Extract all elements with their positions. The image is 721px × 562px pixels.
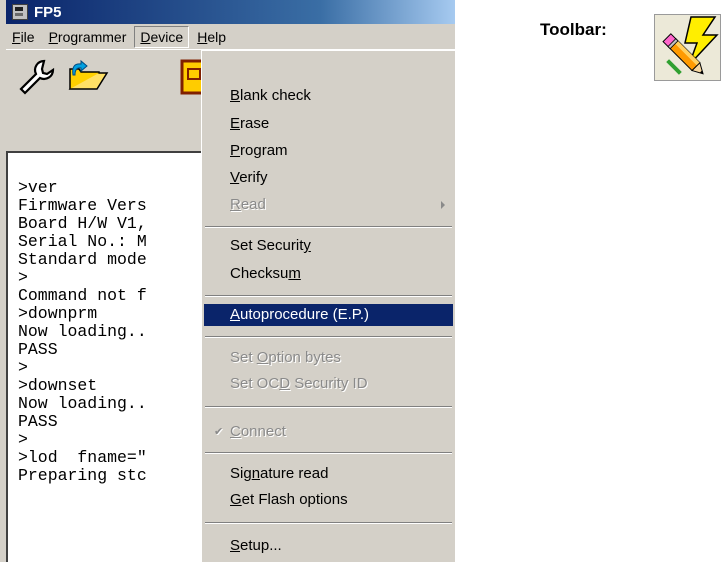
console-line: >downprm xyxy=(18,304,98,323)
app-icon xyxy=(12,4,28,20)
menu-item-erase[interactable]: Erase xyxy=(204,113,453,135)
console-line: Firmware Vers xyxy=(18,196,147,215)
console-line: Preparing stc xyxy=(18,466,147,485)
menu-separator xyxy=(205,295,452,297)
open-button[interactable] xyxy=(66,56,110,98)
console-line: > xyxy=(18,358,28,377)
menu-item-setup[interactable]: Setup... xyxy=(204,535,453,557)
console-line: > xyxy=(18,268,28,287)
console-line: Serial No.: M xyxy=(18,232,147,251)
autoprocedure-toolbar-button xyxy=(654,14,721,81)
wrench-icon xyxy=(19,59,55,95)
menu-separator xyxy=(205,522,452,524)
menu-file[interactable]: File xyxy=(6,26,41,48)
console-line: >ver xyxy=(18,178,58,197)
toolbar-caption: Toolbar: xyxy=(540,20,607,39)
menu-item-get-flash-options[interactable]: Get Flash options xyxy=(204,489,453,511)
menu-help[interactable]: Help xyxy=(191,26,232,48)
menu-item-verify[interactable]: Verify xyxy=(204,167,453,189)
menu-item-read: Read xyxy=(204,194,453,216)
menu-item-checksum[interactable]: Checksum xyxy=(204,263,453,285)
console-line: Board H/W V1, xyxy=(18,214,147,233)
menu-separator xyxy=(205,226,452,228)
console-line: >downset xyxy=(18,376,98,395)
fp5-window: FP5 File Programmer Device Help >ver Fir… xyxy=(0,0,455,562)
menu-item-set-option-bytes: Set Option bytes xyxy=(230,349,341,366)
console-line: Command not f xyxy=(18,286,147,305)
wrench-button[interactable] xyxy=(14,56,58,98)
menu-device[interactable]: Device xyxy=(134,25,190,48)
console-line: PASS xyxy=(18,340,58,359)
console-line: Now loading.. xyxy=(18,322,147,341)
submenu-arrow-icon xyxy=(441,201,445,209)
menu-programmer[interactable]: Programmer xyxy=(43,26,133,48)
menu-item-blank-check[interactable]: Blank check xyxy=(204,85,453,107)
console-line: >lod fname=" xyxy=(18,448,147,467)
title-bar[interactable]: FP5 xyxy=(6,0,455,24)
menu-item-set-ocd-security-id: Set OCD Security ID xyxy=(230,375,368,392)
checkmark-icon: ✔ xyxy=(214,426,224,438)
console-line: Standard mode xyxy=(18,250,147,269)
device-menu-dropdown: Blank check Erase Program Verify Read Se… xyxy=(201,50,455,562)
menu-item-set-security[interactable]: Set Security xyxy=(204,235,453,257)
menu-separator xyxy=(205,336,452,338)
menu-separator xyxy=(205,406,452,408)
console-line: Now loading.. xyxy=(18,394,147,413)
menu-item-program[interactable]: Program xyxy=(204,140,453,162)
console-line: > xyxy=(18,430,28,449)
window-title: FP5 xyxy=(34,3,62,21)
autoprocedure-toolbar-icon xyxy=(662,16,719,75)
menu-bar: File Programmer Device Help xyxy=(6,24,455,49)
console-line: PASS xyxy=(18,412,58,431)
menu-item-connect: ✔ Connect xyxy=(204,421,453,443)
open-folder-icon xyxy=(68,59,109,90)
menu-separator xyxy=(205,452,452,454)
menu-item-signature-read[interactable]: Signature read xyxy=(204,463,453,485)
menu-item-autoprocedure[interactable]: Autoprocedure (E.P.) xyxy=(204,304,453,326)
